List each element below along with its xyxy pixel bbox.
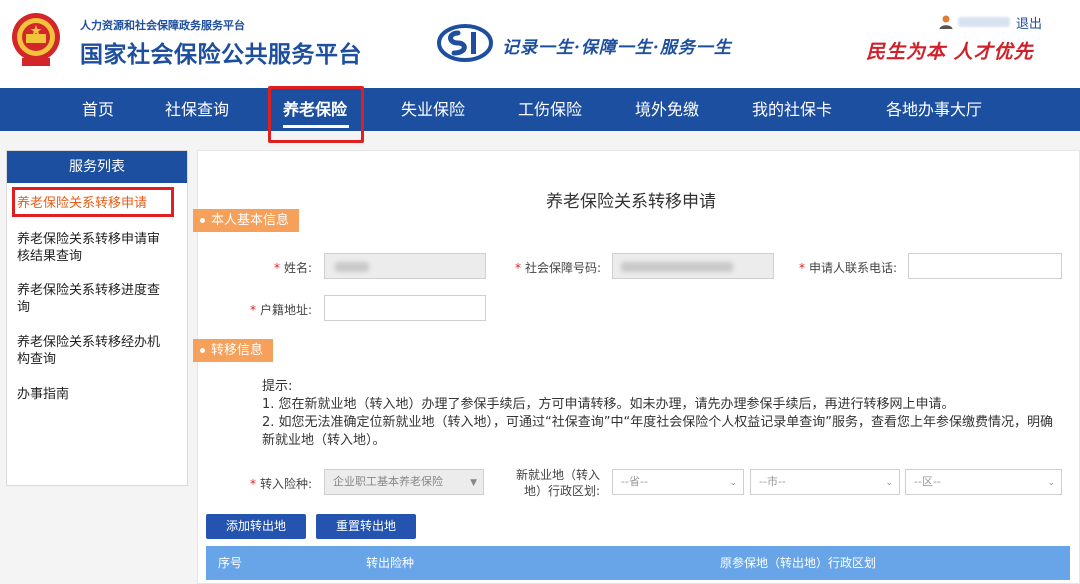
tip-2: 2. 如您无法准确定位新就业地（转入地），可通过“社保查询”中“年度社会保险个人… xyxy=(262,415,1053,448)
transfer-out-table-header: 序号 转出险种 原参保地（转出地）行政区划 xyxy=(206,546,1070,580)
nav-service-halls[interactable]: 各地办事大厅 xyxy=(886,88,982,131)
chevron-down-icon: ▼ xyxy=(470,478,477,488)
sidebar-title: 服务列表 xyxy=(7,151,187,183)
address-label: * 户籍地址: xyxy=(249,303,312,317)
phone-field[interactable] xyxy=(908,253,1062,279)
slogan-red: 民生为本 人才优先 xyxy=(866,41,1034,63)
nav-work-injury[interactable]: 工伤保险 xyxy=(518,88,582,131)
social-insurance-logo-icon xyxy=(437,24,493,62)
province-select[interactable]: --省-- ⌄ xyxy=(612,469,744,495)
nav-home[interactable]: 首页 xyxy=(82,88,114,131)
column-index: 序号 xyxy=(218,556,243,570)
chevron-down-icon: ⌄ xyxy=(1047,478,1055,488)
sidebar-item-progress[interactable]: 养老保险关系转移进度查询 xyxy=(17,282,169,316)
org-subtitle: 人力资源和社会保障政务服务平台 xyxy=(80,19,245,32)
column-insurance-type: 转出险种 xyxy=(366,556,415,570)
ssn-label: * 社会保障号码: xyxy=(514,261,601,275)
name-value xyxy=(335,262,369,272)
site-title[interactable]: 国家社会保险公共服务平台 xyxy=(80,35,362,69)
logout-link[interactable]: 退出 xyxy=(1016,13,1042,32)
section-basic-info: 本人基本信息 xyxy=(193,209,300,232)
section-transfer-info: 转移信息 xyxy=(193,339,274,362)
sidebar-item-review-result[interactable]: 养老保险关系转移申请审核结果查询 xyxy=(17,231,169,265)
ssn-field xyxy=(612,253,774,279)
sidebar-item-agency[interactable]: 养老保险关系转移经办机构查询 xyxy=(17,334,169,368)
province-placeholder: --省-- xyxy=(621,475,648,488)
nav-highlight-box xyxy=(268,86,364,143)
region-label-line1: 新就业地（转入 xyxy=(515,468,600,482)
nav-social-query[interactable]: 社保查询 xyxy=(165,88,229,131)
insurance-type-label: * 转入险种: xyxy=(249,477,312,491)
chevron-down-icon: ⌄ xyxy=(729,478,737,488)
username xyxy=(958,17,1010,27)
name-label: * 姓名: xyxy=(273,261,312,275)
city-placeholder: --市-- xyxy=(759,475,786,488)
address-field[interactable] xyxy=(324,295,486,321)
column-origin-region: 原参保地（转出地）行政区划 xyxy=(720,556,877,570)
add-transfer-out-button[interactable]: 添加转出地 xyxy=(206,514,306,539)
ssn-value xyxy=(621,262,733,272)
phone-label: * 申请人联系电话: xyxy=(798,261,897,275)
user-area: 退出 xyxy=(938,12,1042,32)
transfer-tips: 提示: 1. 您在新就业地（转入地）办理了参保手续后，方可申请转移。如未办理，请… xyxy=(262,378,1062,450)
reset-transfer-out-button[interactable]: 重置转出地 xyxy=(316,514,416,539)
sidebar-highlight-box xyxy=(12,187,174,217)
nav-overseas-exempt[interactable]: 境外免缴 xyxy=(635,88,699,131)
name-field xyxy=(324,253,486,279)
user-icon xyxy=(939,15,953,29)
slogan: 记录一生·保障一生·服务一生 xyxy=(502,38,732,58)
nav-my-card[interactable]: 我的社保卡 xyxy=(752,88,832,131)
region-label: 新就业地（转入 地）行政区划: xyxy=(508,467,600,499)
insurance-type-select: 企业职工基本养老保险 ▼ xyxy=(324,469,484,495)
national-emblem-icon xyxy=(12,13,60,66)
site-header: 人力资源和社会保障政务服务平台 国家社会保险公共服务平台 记录一生·保障一生·服… xyxy=(0,0,1080,88)
nav-unemployment[interactable]: 失业保险 xyxy=(401,88,465,131)
city-select[interactable]: --市-- ⌄ xyxy=(750,469,900,495)
sidebar-item-guide[interactable]: 办事指南 xyxy=(17,386,169,403)
main-nav: 首页 社保查询 养老保险 失业保险 工伤保险 境外免缴 我的社保卡 各地办事大厅 xyxy=(0,88,1080,131)
chevron-down-icon: ⌄ xyxy=(885,478,893,488)
region-label-line2: 地）行政区划: xyxy=(523,484,600,498)
page-title: 养老保险关系转移申请 xyxy=(546,192,716,212)
insurance-type-value: 企业职工基本养老保险 xyxy=(333,475,443,488)
tips-title: 提示: xyxy=(262,379,293,394)
tip-1: 1. 您在新就业地（转入地）办理了参保手续后，方可申请转移。如未办理，请先办理参… xyxy=(262,397,955,412)
district-select[interactable]: --区-- ⌄ xyxy=(905,469,1062,495)
district-placeholder: --区-- xyxy=(914,475,941,488)
